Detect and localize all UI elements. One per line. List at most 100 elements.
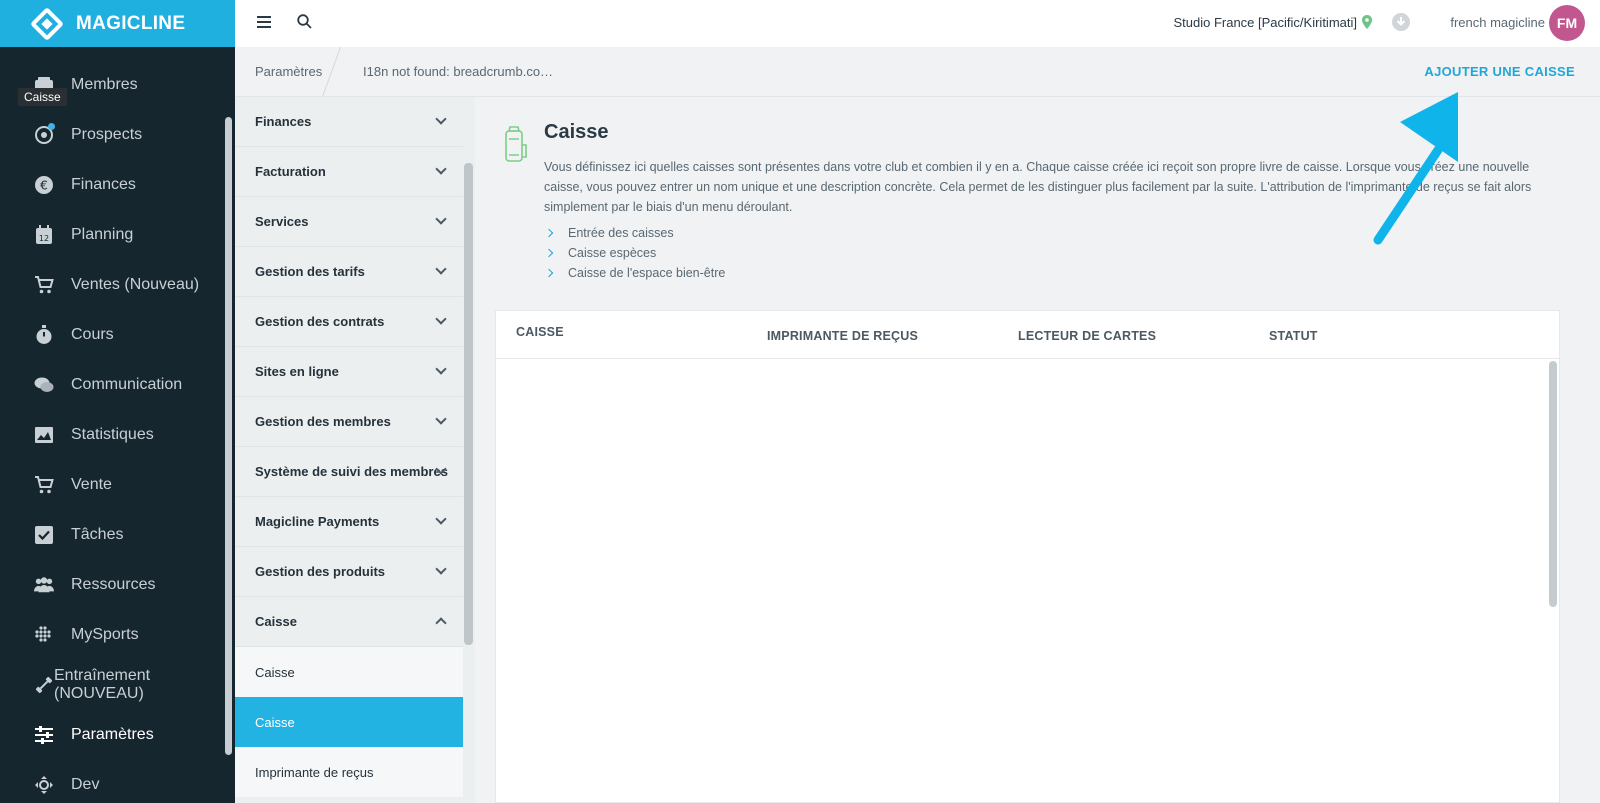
settings-group-magicline-payments[interactable]: Magicline Payments — [235, 497, 463, 547]
settings-group-caisse[interactable]: Caisse — [235, 597, 463, 647]
settings-group-facturation[interactable]: Facturation — [235, 147, 463, 197]
nav-item-planning[interactable]: 12 Planning — [0, 210, 235, 260]
people-icon — [34, 575, 54, 595]
column-header-imprimante[interactable]: IMPRIMANTE DE REÇUS — [767, 329, 918, 343]
column-header-caisse[interactable]: CAISSE — [516, 325, 564, 339]
notification-dot — [48, 123, 55, 130]
nav-item-parametres[interactable]: Paramètres — [0, 710, 235, 760]
user-name[interactable]: french magicline — [1450, 15, 1545, 30]
group-label: Facturation — [255, 164, 326, 179]
column-header-statut[interactable]: STATUT — [1269, 329, 1318, 343]
settings-item-caisse[interactable]: Caisse — [235, 647, 463, 697]
nav-item-ressources[interactable]: Ressources — [0, 560, 235, 610]
nav-label: Statistiques — [71, 426, 154, 443]
chevron-down-icon — [435, 313, 447, 325]
settings-item-caisse-selected[interactable]: Caisse — [235, 697, 463, 747]
list-item-label: Entrée des caisses — [568, 226, 674, 240]
settings-group-suivi-membres[interactable]: Système de suivi des membres — [235, 447, 463, 497]
chevron-down-icon — [435, 563, 447, 575]
download-icon[interactable] — [1392, 13, 1410, 31]
location-pin-icon — [1362, 15, 1372, 34]
nav-label: Ventes (Nouveau) — [71, 276, 200, 293]
table-header: CAISSE IMPRIMANTE DE REÇUS LECTEUR DE CA… — [496, 311, 1559, 359]
list-item: Caisse de l'espace bien-être — [544, 263, 725, 283]
group-label: Gestion des produits — [255, 564, 386, 579]
nav-label: Cours — [71, 326, 114, 343]
breadcrumb-current: I18n not found: breadcrumb.co… — [363, 64, 554, 79]
group-label: Gestion des tarifs — [255, 264, 365, 279]
nav-label: Dev — [71, 776, 100, 793]
settings-menu-scrollbar[interactable] — [464, 163, 473, 645]
studio-selector[interactable]: Studio France [Pacific/Kiritimati] — [1173, 15, 1357, 30]
settings-group-finances[interactable]: Finances — [235, 97, 463, 147]
nav-item-vente[interactable]: Vente — [0, 460, 235, 510]
breadcrumb-root[interactable]: Paramètres — [255, 64, 322, 79]
magicline-logo-icon — [30, 6, 64, 41]
nav-item-communication[interactable]: Communication — [0, 360, 235, 410]
sliders-icon — [34, 725, 54, 745]
nav-item-dev[interactable]: Dev — [0, 760, 235, 803]
nav-item-finances[interactable]: € Finances — [0, 160, 235, 210]
nav-label: Planning — [71, 226, 134, 243]
chart-icon — [34, 425, 54, 445]
search-icon[interactable] — [297, 13, 312, 34]
cash-registers-table: CAISSE IMPRIMANTE DE REÇUS LECTEUR DE CA… — [495, 310, 1560, 803]
main-sidebar: MAGICLINE Membres Prospects € Finances 1… — [0, 0, 235, 803]
nav-item-prospects[interactable]: Prospects — [0, 110, 235, 160]
settings-item-imprimante-recus[interactable]: Imprimante de reçus — [235, 747, 463, 797]
group-label: Gestion des contrats — [255, 314, 385, 329]
settings-group-gestion-membres[interactable]: Gestion des membres — [235, 397, 463, 447]
nav-label: Communication — [71, 376, 183, 393]
chevron-right-icon — [544, 228, 554, 238]
chevron-down-icon — [435, 113, 447, 125]
settings-group-sites-en-ligne[interactable]: Sites en ligne — [235, 347, 463, 397]
chevron-down-icon — [435, 213, 447, 225]
chevron-down-icon — [435, 163, 447, 175]
nav-label: Finances — [71, 176, 136, 193]
checkbox-icon — [34, 525, 54, 545]
euro-icon: € — [34, 175, 54, 195]
column-header-lecteur[interactable]: LECTEUR DE CARTES — [1018, 329, 1156, 343]
nav-label: Ressources — [71, 576, 156, 593]
nav-label: Entraînement (NOUVEAU) — [54, 667, 151, 702]
cash-register-icon — [503, 125, 529, 168]
cart-icon — [34, 475, 54, 495]
nav-item-ventes-nouveau[interactable]: Ventes (Nouveau) — [0, 260, 235, 310]
chevron-down-icon — [435, 363, 447, 375]
nav-item-entrainement[interactable]: Entraînement (NOUVEAU) — [0, 660, 235, 710]
nav-item-cours[interactable]: Cours — [0, 310, 235, 360]
dots-icon — [34, 625, 54, 645]
chevron-down-icon — [435, 413, 447, 425]
dumbbell-icon — [34, 675, 54, 695]
group-label: Finances — [255, 114, 312, 129]
settings-group-gestion-contrats[interactable]: Gestion des contrats — [235, 297, 463, 347]
group-label: Sites en ligne — [255, 364, 339, 379]
settings-group-gestion-produits[interactable]: Gestion des produits — [235, 547, 463, 597]
brand-logo[interactable]: MAGICLINE — [0, 0, 235, 47]
nav-item-taches[interactable]: Tâches — [0, 510, 235, 560]
nav-label: Prospects — [71, 126, 143, 143]
svg-text:€: € — [40, 179, 48, 193]
hamburger-menu-icon[interactable] — [257, 15, 275, 33]
nav-label: MySports — [71, 626, 139, 643]
group-label: Services — [255, 214, 309, 229]
list-item: Caisse espèces — [544, 243, 725, 263]
nav-item-mysports[interactable]: MySports — [0, 610, 235, 660]
nav-label: Paramètres — [71, 726, 154, 743]
nav-item-statistiques[interactable]: Statistiques — [0, 410, 235, 460]
settings-group-services[interactable]: Services — [235, 197, 463, 247]
move-icon — [34, 775, 54, 795]
settings-group-gestion-tarifs[interactable]: Gestion des tarifs — [235, 247, 463, 297]
feature-list: Entrée des caisses Caisse espèces Caisse… — [544, 223, 725, 283]
table-scrollbar[interactable] — [1549, 361, 1557, 607]
sidebar-scrollbar[interactable] — [225, 117, 232, 755]
chevron-right-icon — [544, 268, 554, 278]
list-item: Entrée des caisses — [544, 223, 725, 243]
avatar[interactable]: FM — [1549, 5, 1585, 41]
brand-name: MAGICLINE — [76, 12, 186, 34]
nav-label: Vente — [71, 476, 112, 493]
tooltip: Caisse — [18, 88, 67, 106]
settings-menu: Finances Facturation Services Gestion de… — [235, 97, 475, 803]
add-cash-register-button[interactable]: AJOUTER UNE CAISSE — [1424, 64, 1575, 79]
svg-text:12: 12 — [39, 234, 49, 243]
